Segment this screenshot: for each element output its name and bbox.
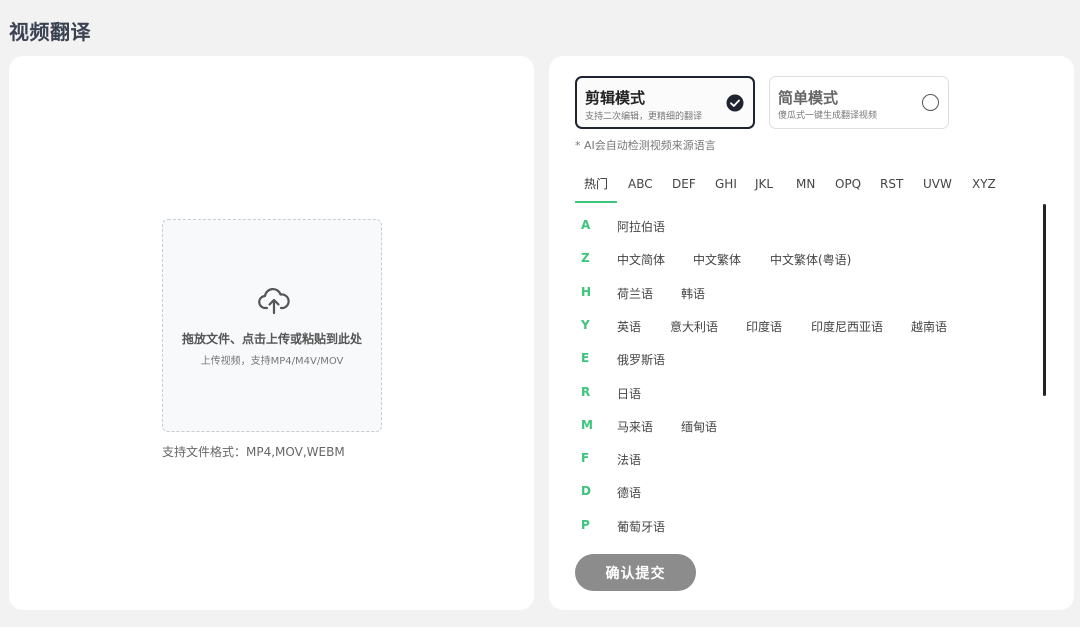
language-group-row: E 俄罗斯语 [575,349,1045,369]
language-option[interactable]: 印度尼西亚语 [811,318,883,335]
language-group-row: P 葡萄牙语 [575,516,1045,536]
tab-rst[interactable]: RST [880,169,903,203]
language-option[interactable]: 中文繁体(粤语) [770,251,851,268]
language-group-letter: Z [581,251,590,266]
language-option[interactable]: 英语 [617,318,641,335]
auto-detect-hint: * AI会自动检测视频来源语言 [575,139,716,152]
tab-def[interactable]: DEF [672,169,696,203]
check-circle-icon [726,94,744,112]
language-option[interactable]: 越南语 [911,318,947,335]
language-list: A 阿拉伯语 Z 中文简体 中文繁体 中文繁体(粤语) H 荷兰语 韩语 Y 英语 意大利语 印度语 印度… [575,216,1045,538]
radio-unchecked-icon [922,94,939,111]
upload-dropzone[interactable]: 拖放文件、点击上传或粘贴到此处 上传视频，支持MP4/M4V/MOV [162,219,382,432]
supported-formats: 支持文件格式：MP4,MOV,WEBM [162,445,345,459]
submit-button[interactable]: 确认提交 [575,554,696,591]
language-option[interactable]: 印度语 [746,318,782,335]
language-group-letter: A [581,218,591,232]
page-title: 视频翻译 [9,20,91,44]
tab-xyz[interactable]: XYZ [972,169,996,203]
language-group-letter: M [581,417,593,432]
language-option[interactable]: 韩语 [681,285,705,302]
language-group-row: R 日语 [575,383,1045,403]
language-option[interactable]: 荷兰语 [617,285,653,302]
tab-hot[interactable]: 热门 [575,169,617,203]
language-option[interactable]: 葡萄牙语 [617,518,665,535]
language-option[interactable]: 俄罗斯语 [617,351,665,368]
language-group-letter: D [581,484,591,499]
language-group-row: H 荷兰语 韩语 [575,283,1045,303]
settings-panel: 剪辑模式 支持二次编辑，更精细的翻译 简单模式 傻瓜式一键生成翻译视频 * AI… [549,56,1074,610]
language-group-letter: R [581,384,591,399]
language-group-row: M 马来语 缅甸语 [575,416,1045,436]
language-option[interactable]: 意大利语 [670,318,718,335]
language-option[interactable]: 德语 [617,484,641,501]
language-group-letter: Y [581,317,590,332]
language-group-row: Y 英语 意大利语 印度语 印度尼西亚语 越南语 [575,316,1045,336]
language-group-row: A 阿拉伯语 [575,216,1045,236]
language-option[interactable]: 缅甸语 [681,418,717,435]
edit-mode-option[interactable]: 剪辑模式 支持二次编辑，更精细的翻译 [575,76,755,129]
language-group-row: Z 中文简体 中文繁体 中文繁体(粤语) [575,249,1045,269]
tab-mn[interactable]: MN [796,169,815,203]
dropzone-title: 拖放文件、点击上传或粘贴到此处 [181,332,362,346]
tab-opq[interactable]: OPQ [835,169,861,203]
cloud-upload-icon [258,288,290,315]
language-group-letter: H [581,284,592,299]
language-group-row: D 德语 [575,482,1045,502]
language-option[interactable]: 日语 [617,385,641,402]
language-option[interactable]: 阿拉伯语 [617,218,665,235]
simple-mode-subtitle: 傻瓜式一键生成翻译视频 [778,111,878,121]
language-group-letter: P [581,517,590,532]
language-list-scrollbar[interactable] [1043,204,1046,396]
language-group-letter: E [581,351,590,366]
language-option[interactable]: 马来语 [617,418,653,435]
tab-ghi[interactable]: GHI [715,169,737,203]
simple-mode-option[interactable]: 简单模式 傻瓜式一键生成翻译视频 [769,76,949,129]
tab-uvw[interactable]: UVW [923,169,952,203]
language-option[interactable]: 中文简体 [617,251,665,268]
edit-mode-title: 剪辑模式 [585,89,646,107]
language-option[interactable]: 中文繁体 [693,251,741,268]
language-option[interactable]: 法语 [617,451,641,468]
language-group-letter: F [581,451,590,466]
simple-mode-title: 简单模式 [778,89,839,107]
dropzone-subtitle: 上传视频，支持MP4/M4V/MOV [200,356,344,367]
edit-mode-subtitle: 支持二次编辑，更精细的翻译 [585,112,703,122]
tab-abc[interactable]: ABC [628,169,653,203]
language-group-row: F 法语 [575,449,1045,469]
upload-panel: 拖放文件、点击上传或粘贴到此处 上传视频，支持MP4/M4V/MOV 支持文件格… [9,56,534,610]
tab-jkl[interactable]: JKL [755,169,773,203]
